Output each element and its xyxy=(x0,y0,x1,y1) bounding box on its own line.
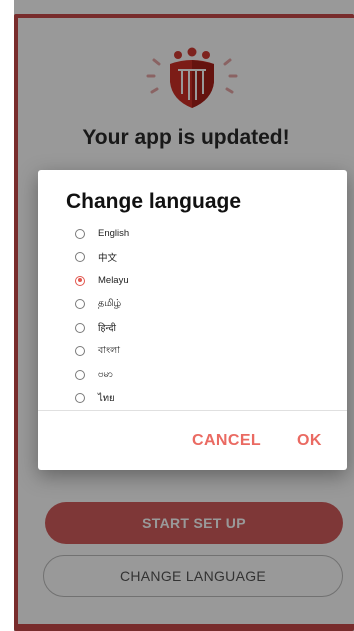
language-option-label: தமிழ் xyxy=(98,298,122,310)
language-option-melayu[interactable]: Melayu xyxy=(38,269,347,293)
language-option-english[interactable]: English xyxy=(38,222,347,246)
language-option-bengali[interactable]: বাংলা xyxy=(38,340,347,364)
language-option-hindi[interactable]: हिन्दी xyxy=(38,316,347,340)
dialog-divider xyxy=(38,410,347,411)
language-option-thai[interactable]: ไทย xyxy=(38,387,347,411)
radio-button[interactable] xyxy=(75,299,85,310)
ok-button[interactable]: OK xyxy=(297,432,322,450)
radio-button-selected[interactable] xyxy=(75,275,85,286)
language-option-label: 中文 xyxy=(98,253,118,265)
dialog-title: Change language xyxy=(66,190,242,213)
radio-button[interactable] xyxy=(75,322,85,333)
language-option-label: ไทย xyxy=(98,392,115,404)
language-option-burmese[interactable]: ဗမာ xyxy=(38,363,347,387)
language-option-label: Melayu xyxy=(98,275,129,287)
language-option-label: हिन्दी xyxy=(98,323,116,335)
language-options-list: English 中文 Melayu தமிழ் हिन्दी বাংলা ဗမာ xyxy=(38,222,347,410)
change-language-dialog: Change language English 中文 Melayu தமிழ் … xyxy=(38,170,347,470)
radio-button[interactable] xyxy=(75,369,85,380)
language-option-label: ဗမာ xyxy=(98,368,113,380)
language-option-label: বাংলা xyxy=(98,344,120,356)
radio-button[interactable] xyxy=(75,393,85,404)
language-option-label: English xyxy=(98,228,130,240)
language-option-tamil[interactable]: தமிழ் xyxy=(38,293,347,317)
cancel-button[interactable]: CANCEL xyxy=(192,432,261,450)
radio-button[interactable] xyxy=(75,346,85,357)
radio-button[interactable] xyxy=(75,252,85,263)
language-option-chinese[interactable]: 中文 xyxy=(38,246,347,270)
radio-button[interactable] xyxy=(75,228,85,239)
